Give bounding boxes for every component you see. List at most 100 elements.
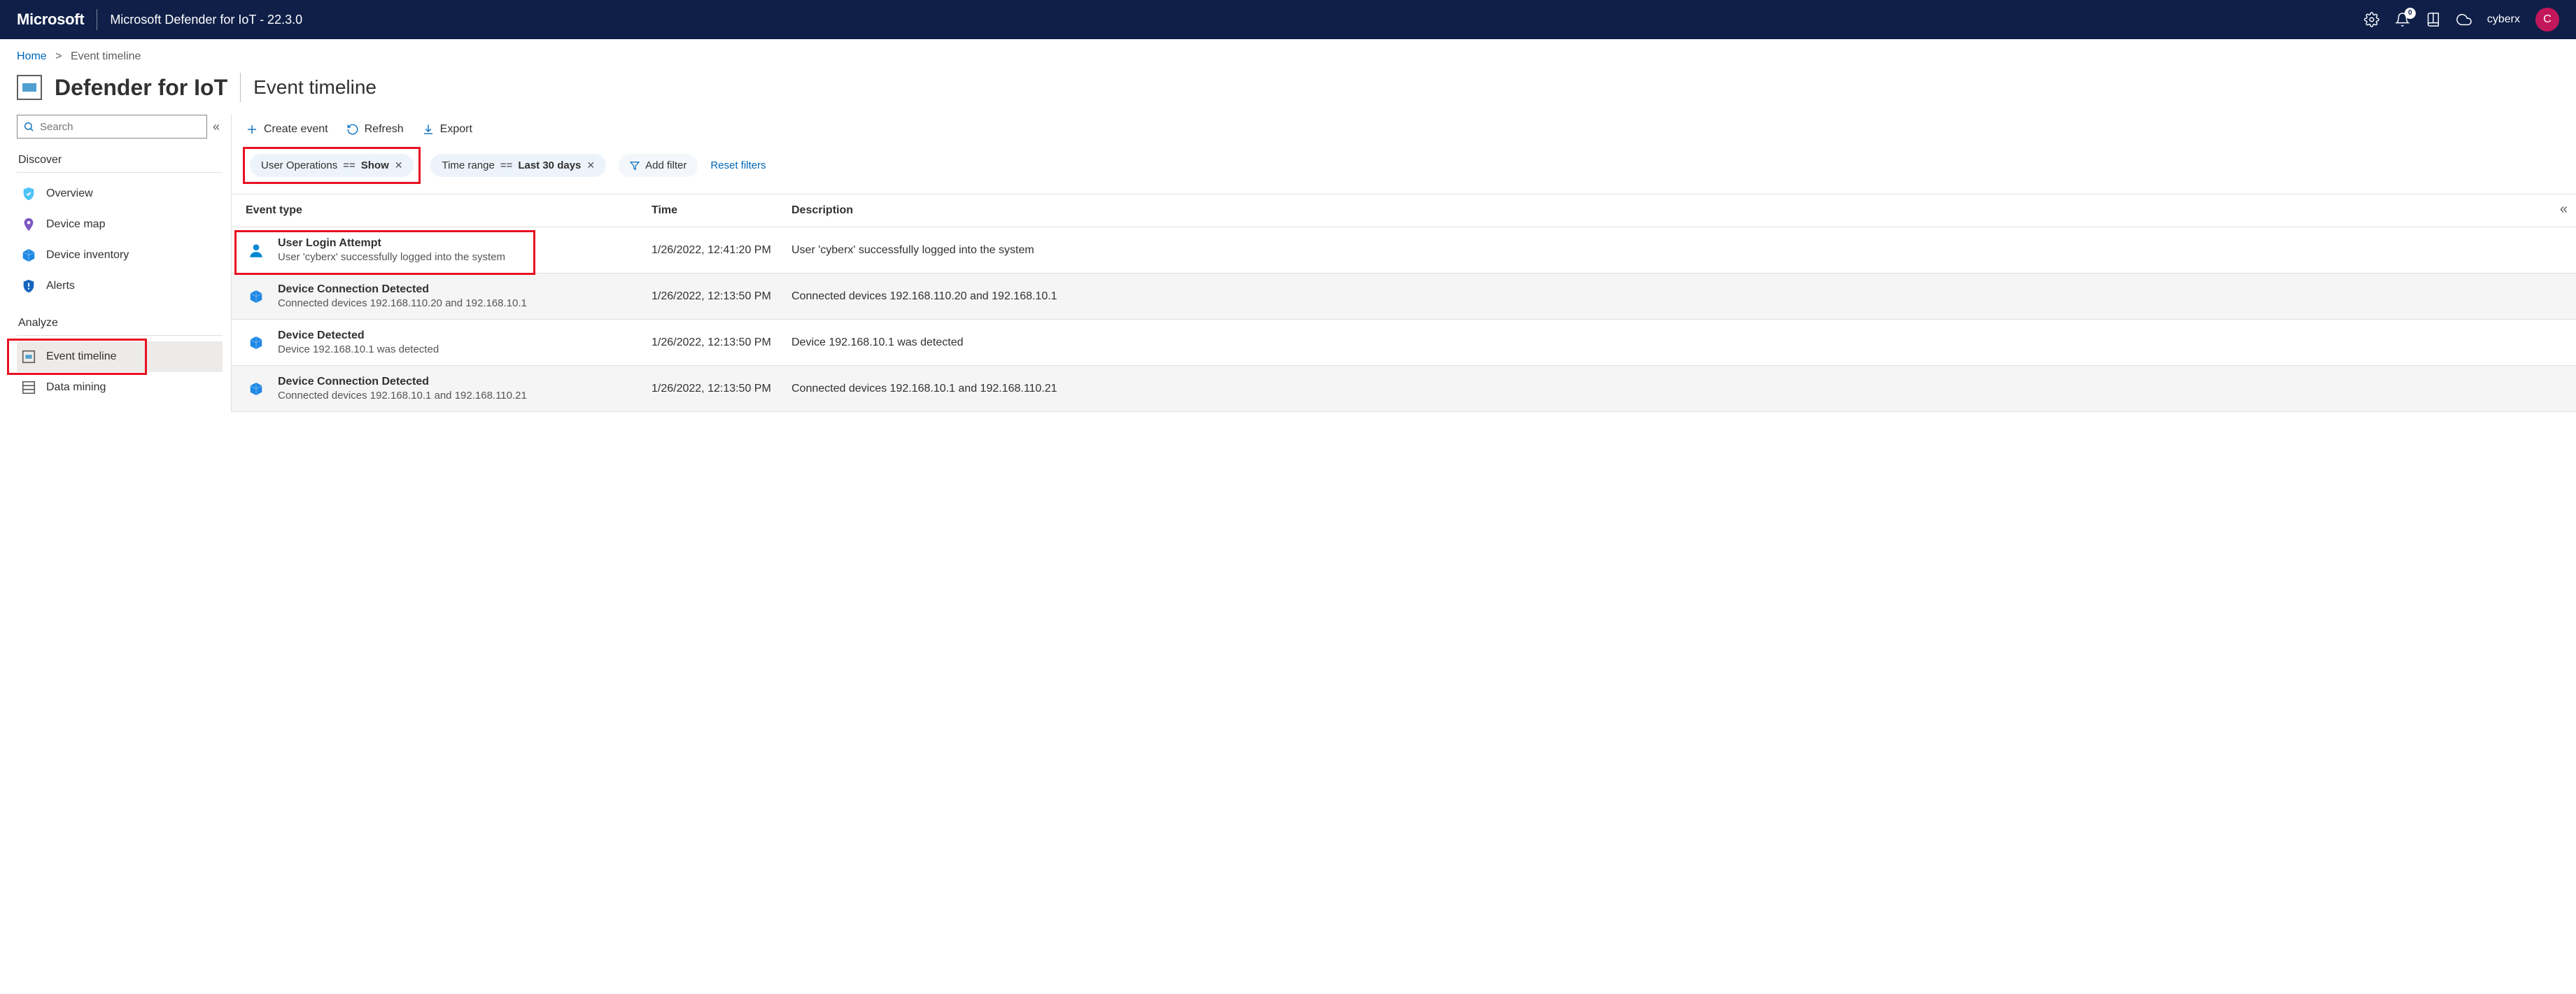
sidebar-item-event-timeline[interactable]: Event timeline [17,341,223,372]
sidebar-item-label: Overview [46,187,93,200]
breadcrumb: Home > Event timeline [0,39,2576,63]
page-title: Defender for IoT [55,75,227,101]
refresh-button[interactable]: Refresh [346,123,404,136]
shield-check-icon [21,186,36,201]
table-row[interactable]: Device Connection DetectedConnected devi… [232,274,2576,320]
refresh-label: Refresh [365,123,404,136]
col-header-time: Time [652,204,791,217]
cube-icon [21,248,36,263]
filter-icon [630,161,640,171]
table-header-row: Event type Time Description [232,194,2576,227]
sidebar-item-label: Alerts [46,280,75,292]
close-icon[interactable]: ✕ [586,159,595,171]
topbar-left-group: Microsoft Microsoft Defender for IoT - 2… [17,9,302,30]
col-header-type: Event type [246,204,652,217]
main-content: Create event Refresh Export User Operati… [231,115,2576,412]
top-header-bar: Microsoft Microsoft Defender for IoT - 2… [0,0,2576,39]
nav-section-analyze: Analyze [18,317,223,329]
filter-op: == [500,159,513,171]
export-button[interactable]: Export [422,123,472,136]
refresh-icon [346,123,359,136]
add-filter-button[interactable]: Add filter [619,154,698,177]
user-icon [246,240,267,261]
event-description: Connected devices 192.168.110.20 and 192… [791,290,2562,303]
panel-collapse-icon[interactable]: « [2560,201,2568,218]
topbar-right-group: 0 cyberx C [2364,8,2559,31]
export-label: Export [440,123,472,136]
app-icon [17,75,42,100]
body-area: « Discover Overview Device map Device inve… [0,115,2576,412]
sidebar-item-device-map[interactable]: Device map [17,209,223,240]
sidebar-item-label: Event timeline [46,350,117,363]
bell-badge: 0 [2405,8,2416,19]
bell-icon[interactable]: 0 [2395,12,2410,27]
sidebar-collapse-icon[interactable]: « [210,117,223,137]
event-time: 1/26/2022, 12:13:50 PM [652,290,791,303]
nav-divider [17,172,223,173]
timeline-icon [21,349,36,364]
add-filter-label: Add filter [645,159,687,171]
shield-alert-icon [21,278,36,294]
table-row[interactable]: User Login AttemptUser 'cyberx' successf… [232,227,2576,274]
filter-key: Time range [442,159,494,171]
cloud-icon[interactable] [2456,12,2472,27]
toolbar: Create event Refresh Export [232,115,2576,144]
cube-icon [246,286,267,307]
event-subtitle: Connected devices 192.168.110.20 and 192… [278,297,527,309]
sidebar-item-device-inventory[interactable]: Device inventory [17,240,223,271]
plus-icon [246,123,258,136]
nav-section-discover: Discover [18,154,223,166]
event-title: User Login Attempt [278,237,505,250]
pin-icon [21,217,36,232]
breadcrumb-home-link[interactable]: Home [17,50,47,62]
sidebar-item-label: Device inventory [46,249,129,262]
cube-icon [246,378,267,399]
sidebar: « Discover Overview Device map Device inve… [0,115,231,412]
page-subtitle: Event timeline [253,76,376,99]
data-icon [21,380,36,395]
breadcrumb-current: Event timeline [71,50,141,62]
event-description: Connected devices 192.168.10.1 and 192.1… [791,383,2562,395]
sidebar-item-label: Data mining [46,381,106,394]
gear-icon[interactable] [2364,12,2379,27]
event-title: Device Connection Detected [278,283,527,296]
nav-divider [17,335,223,336]
event-text: Device Connection DetectedConnected devi… [278,376,527,402]
event-text: Device DetectedDevice 192.168.10.1 was d… [278,329,439,355]
sidebar-item-overview[interactable]: Overview [17,178,223,209]
event-text: User Login AttemptUser 'cyberx' successf… [278,237,505,263]
filter-pill-time-range[interactable]: Time range == Last 30 days ✕ [430,154,606,177]
search-input[interactable] [40,121,201,133]
table-row[interactable]: Device DetectedDevice 192.168.10.1 was d… [232,320,2576,366]
reset-filters-link[interactable]: Reset filters [710,159,766,171]
create-event-button[interactable]: Create event [246,123,328,136]
title-divider [240,73,241,102]
sidebar-item-label: Device map [46,218,105,231]
search-box[interactable] [17,115,207,139]
breadcrumb-separator: > [55,50,62,62]
page-title-row: Defender for IoT Event timeline [0,63,2576,115]
event-description: Device 192.168.10.1 was detected [791,336,2562,349]
sidebar-item-alerts[interactable]: Alerts [17,271,223,301]
event-time: 1/26/2022, 12:13:50 PM [652,383,791,395]
app-title: Microsoft Defender for IoT - 22.3.0 [110,13,302,27]
search-icon [23,121,34,132]
filter-row: User Operations == Show ✕ Time range == … [232,144,2576,194]
search-row: « [17,115,223,139]
event-title: Device Connection Detected [278,376,527,388]
highlight-annotation [243,147,421,184]
sidebar-item-data-mining[interactable]: Data mining [17,372,223,403]
event-table: « Event type Time Description User Login… [232,194,2576,412]
table-row[interactable]: Device Connection Detected Connected devi… [232,366,2576,412]
filter-value: Last 30 days [518,159,581,171]
event-subtitle: Device 192.168.10.1 was detected [278,343,439,355]
cube-icon [246,332,267,353]
event-subtitle: User 'cyberx' successfully logged into t… [278,251,505,263]
event-text: Device Connection DetectedConnected devi… [278,283,527,309]
event-title: Device Detected [278,329,439,342]
col-header-desc: Description [791,204,2562,217]
event-description: User 'cyberx' successfully logged into t… [791,244,2562,257]
event-time: 1/26/2022, 12:41:20 PM [652,244,791,257]
book-icon[interactable] [2426,12,2441,27]
avatar[interactable]: C [2535,8,2559,31]
